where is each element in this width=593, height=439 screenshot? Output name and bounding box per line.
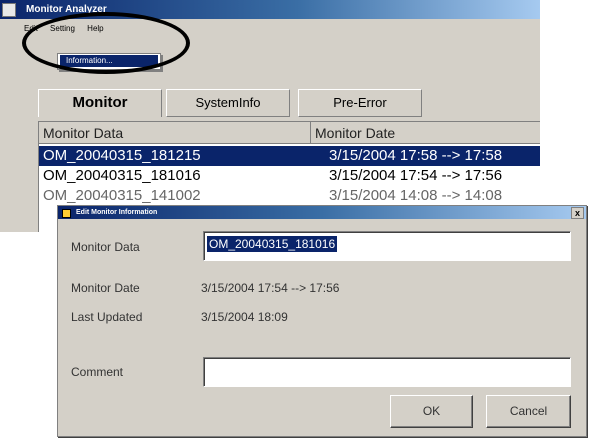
list-item-data: OM_20040315_181215 [43, 147, 201, 164]
list-item-date: 3/15/2004 14:08 --> 14:08 [329, 187, 503, 204]
last-updated-value: 3/15/2004 18:09 [201, 310, 288, 324]
monitor-data-field[interactable]: OM_20040315_181016 [203, 231, 571, 261]
close-icon[interactable]: x [571, 207, 584, 219]
ok-button[interactable]: OK [390, 395, 473, 428]
list-item[interactable]: OM_20040315_181215 3/15/2004 17:58 --> 1… [39, 146, 540, 166]
list-item-data: OM_20040315_141002 [43, 187, 201, 204]
cancel-button[interactable]: Cancel [486, 395, 571, 428]
monitor-data-label: Monitor Data [71, 240, 140, 254]
list-item-data: OM_20040315_181016 [43, 167, 201, 184]
dialog-title-bar: Edit Monitor Information x [58, 206, 586, 219]
monitor-date-value: 3/15/2004 17:54 --> 17:56 [201, 281, 340, 295]
app-icon [2, 3, 16, 17]
monitor-data-value: OM_20040315_181016 [207, 236, 338, 252]
last-updated-label: Last Updated [71, 310, 143, 324]
dialog-title: Edit Monitor Information [76, 209, 158, 216]
highlight-ellipse [22, 12, 190, 74]
list-item-date: 3/15/2004 17:54 --> 17:56 [329, 167, 503, 184]
column-header-monitor-data[interactable]: Monitor Data [39, 122, 311, 144]
dialog-icon [62, 209, 71, 218]
monitor-date-label: Monitor Date [71, 281, 140, 295]
edit-monitor-dialog: Edit Monitor Information x Monitor Data … [57, 205, 587, 437]
list-item[interactable]: OM_20040315_181016 3/15/2004 17:54 --> 1… [39, 166, 540, 186]
list-item[interactable]: OM_20040315_141002 3/15/2004 14:08 --> 1… [39, 186, 540, 206]
column-header-monitor-date[interactable]: Monitor Date [311, 122, 540, 144]
comment-label: Comment [71, 365, 124, 379]
main-window: Monitor Analyzer Edit Setting Help Infor… [0, 0, 540, 232]
tab-pre-error[interactable]: Pre-Error [298, 89, 422, 117]
tab-systeminfo[interactable]: SystemInfo [166, 89, 290, 117]
comment-field[interactable] [203, 357, 571, 387]
list-item-date: 3/15/2004 17:58 --> 17:58 [329, 147, 503, 164]
tab-monitor[interactable]: Monitor [38, 89, 162, 117]
